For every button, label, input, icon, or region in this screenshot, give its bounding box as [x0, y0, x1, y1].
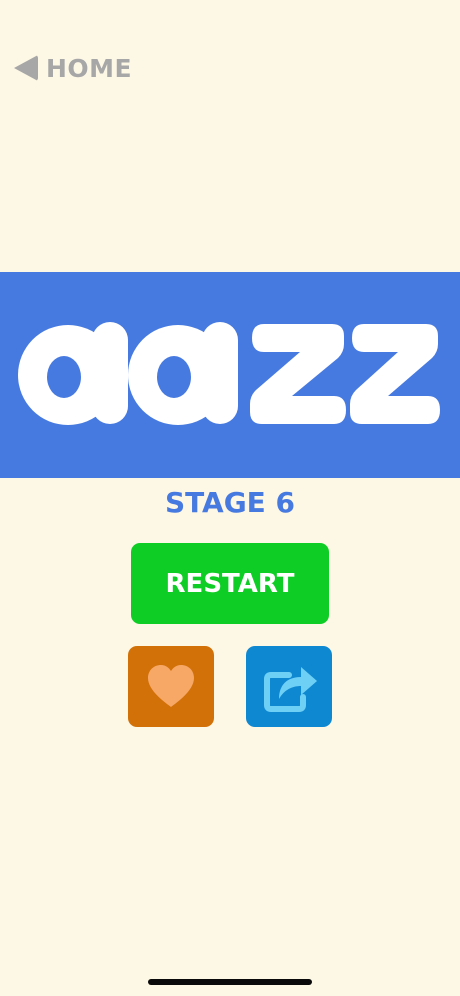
back-arrow-icon	[14, 55, 38, 81]
share-icon	[264, 666, 317, 712]
stage-label: STAGE 6	[164, 486, 296, 519]
restart-label: RESTART	[165, 568, 295, 599]
puzzle-word	[18, 322, 440, 425]
heart-icon	[148, 664, 194, 707]
puzzle-banner	[0, 272, 460, 478]
home-indicator	[148, 979, 312, 985]
home-label: HOME	[46, 53, 133, 83]
puzzle-letter-4	[350, 324, 440, 424]
like-button[interactable]	[128, 646, 214, 727]
restart-button[interactable]: RESTART	[131, 543, 329, 624]
puzzle-letter-1	[18, 322, 128, 425]
puzzle-letter-2	[128, 322, 238, 425]
home-button[interactable]: HOME	[14, 52, 132, 84]
puzzle-letter-3	[250, 324, 346, 424]
share-button[interactable]	[246, 646, 332, 727]
